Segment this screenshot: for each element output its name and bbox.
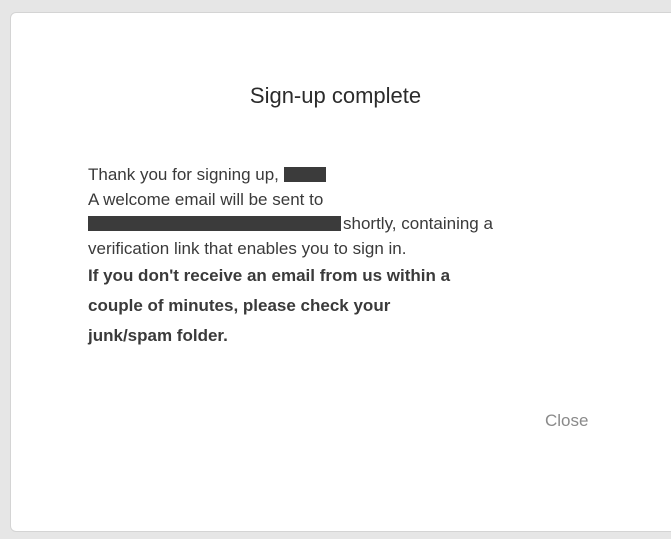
- thank-you-line: Thank you for signing up,: [88, 163, 588, 188]
- email-address-line: shortly, containing a: [88, 212, 588, 237]
- shortly-text: shortly, containing a: [343, 214, 493, 233]
- spam-warning-line-2: couple of minutes, please check your: [88, 296, 391, 315]
- redacted-email: [88, 216, 341, 231]
- redacted-name: [283, 167, 326, 182]
- close-button[interactable]: Close: [545, 411, 588, 431]
- spam-warning-line-3: junk/spam folder.: [88, 326, 228, 345]
- thank-you-text: Thank you for signing up,: [88, 165, 279, 184]
- spam-warning-line-1: If you don't receive an email from us wi…: [88, 266, 451, 285]
- dialog-message: Thank you for signing up, A welcome emai…: [88, 163, 588, 351]
- verification-line: verification link that enables you to si…: [88, 238, 407, 258]
- dialog-title: Sign-up complete: [249, 83, 422, 108]
- welcome-email-line: A welcome email will be sent to: [88, 189, 324, 209]
